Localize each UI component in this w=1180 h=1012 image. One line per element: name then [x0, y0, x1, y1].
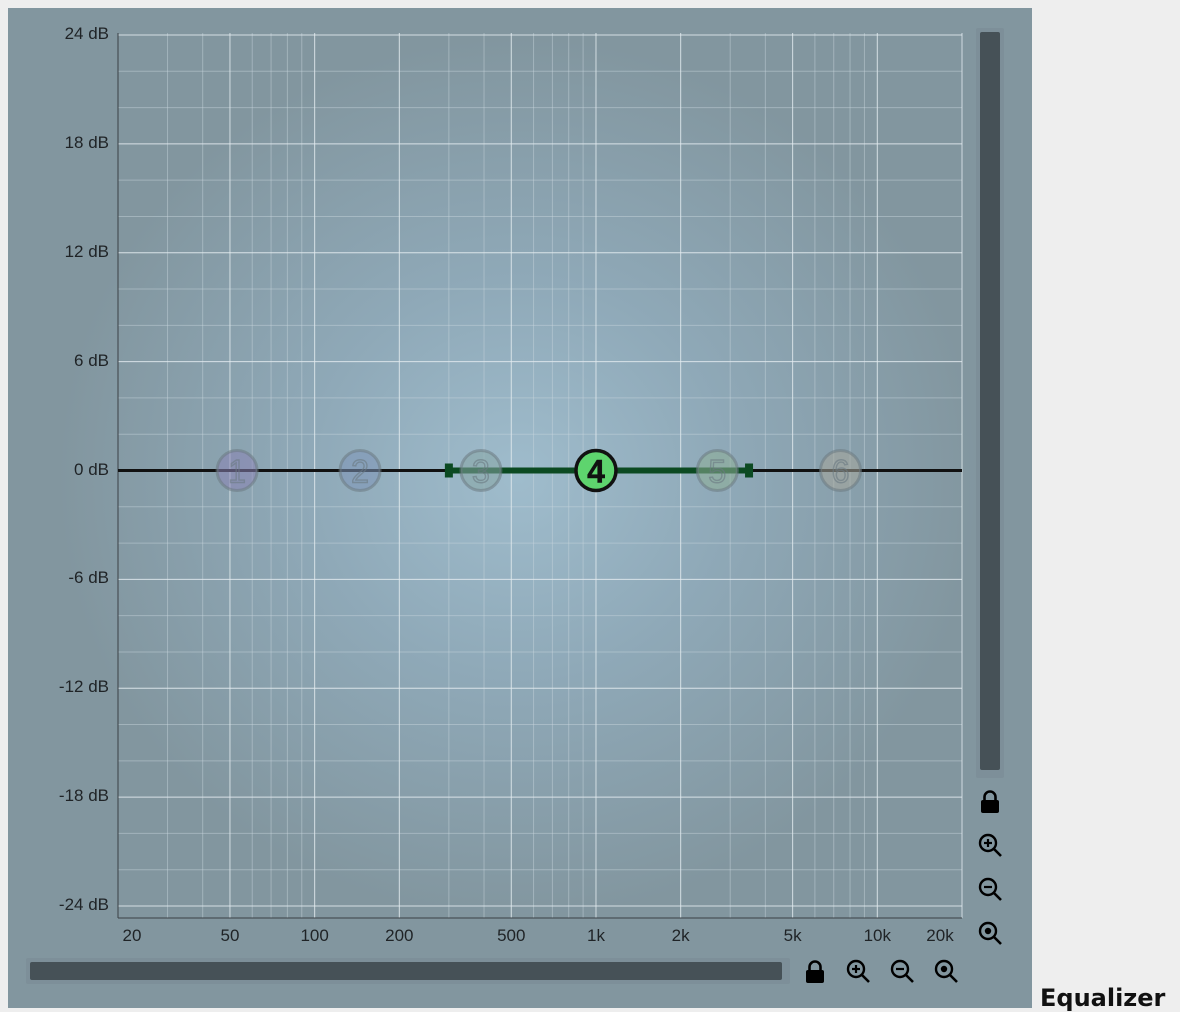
- x-tick-label: 50: [220, 926, 240, 945]
- vertical-scroll-thumb[interactable]: [980, 32, 1000, 770]
- x-tick-label: 2k: [671, 926, 690, 945]
- vertical-zoom-out-button[interactable]: [975, 874, 1005, 904]
- y-tick-label: 18 dB: [64, 132, 109, 152]
- y-tick-label: -6 dB: [68, 568, 109, 588]
- band-node-6[interactable]: 6: [819, 449, 863, 492]
- band-node-5[interactable]: 5: [695, 449, 739, 492]
- band-node-2[interactable]: 2: [338, 449, 382, 492]
- band-node-label: 5: [708, 454, 726, 490]
- y-tick-label: -24 dB: [58, 895, 109, 914]
- zoom-reset-icon: [978, 921, 1002, 945]
- y-tick-label: 24 dB: [64, 24, 109, 43]
- equalizer-panel: 1 2 3 4 5 6 24 dB 18 dB 12 dB 6 dB 0 dB -6 dB -12 d…: [8, 8, 1032, 1008]
- lock-icon: [981, 790, 999, 813]
- lock-icon: [806, 960, 824, 983]
- horizontal-zoom-scrollbar[interactable]: [26, 958, 790, 984]
- band-range-handle-left: [444, 463, 453, 478]
- y-tick-label: -18 dB: [58, 786, 109, 806]
- y-tick-label: 0 dB: [74, 459, 109, 479]
- horizontal-scroll-thumb[interactable]: [30, 962, 782, 980]
- band-node-label: 6: [832, 454, 850, 490]
- vertical-lock-button[interactable]: [975, 786, 1005, 816]
- horizontal-zoom-in-button[interactable]: [843, 956, 873, 986]
- zoom-reset-icon: [934, 959, 958, 983]
- zoom-out-icon: [978, 877, 1002, 901]
- x-tick-label: 20k: [926, 926, 954, 945]
- vertical-zoom-reset-button[interactable]: [975, 918, 1005, 948]
- vertical-zoom-scrollbar[interactable]: [976, 28, 1004, 778]
- y-tick-label: 6 dB: [74, 350, 109, 370]
- y-tick-label: 12 dB: [64, 241, 109, 261]
- x-tick-label: 10k: [863, 926, 891, 945]
- x-tick-label: 5k: [783, 926, 802, 945]
- y-tick-label: -12 dB: [58, 677, 109, 697]
- band-node-label: 1: [228, 454, 246, 490]
- x-tick-label: 100: [300, 926, 329, 945]
- zoom-in-icon: [846, 959, 870, 983]
- x-tick-label: 20: [122, 926, 142, 945]
- band-node-1[interactable]: 1: [215, 449, 259, 492]
- horizontal-lock-button[interactable]: [800, 956, 830, 986]
- x-tick-label: 1k: [586, 926, 605, 945]
- band-node-label: 4: [587, 454, 605, 490]
- x-tick-label: 200: [385, 926, 414, 945]
- vertical-zoom-in-button[interactable]: [975, 830, 1005, 860]
- band-node-3[interactable]: 3: [459, 449, 503, 492]
- x-tick-label: 500: [497, 926, 526, 945]
- zoom-out-icon: [890, 959, 914, 983]
- band-node-label: 2: [351, 454, 369, 490]
- band-node-label: 3: [472, 454, 490, 490]
- band-node-4[interactable]: 4: [574, 448, 618, 493]
- band-range-handle-right: [745, 463, 754, 478]
- horizontal-zoom-out-button[interactable]: [887, 956, 917, 986]
- zoom-in-icon: [978, 833, 1002, 857]
- equalizer-graph[interactable]: 1 2 3 4 5 6: [8, 8, 1032, 1008]
- horizontal-zoom-reset-button[interactable]: [931, 956, 961, 986]
